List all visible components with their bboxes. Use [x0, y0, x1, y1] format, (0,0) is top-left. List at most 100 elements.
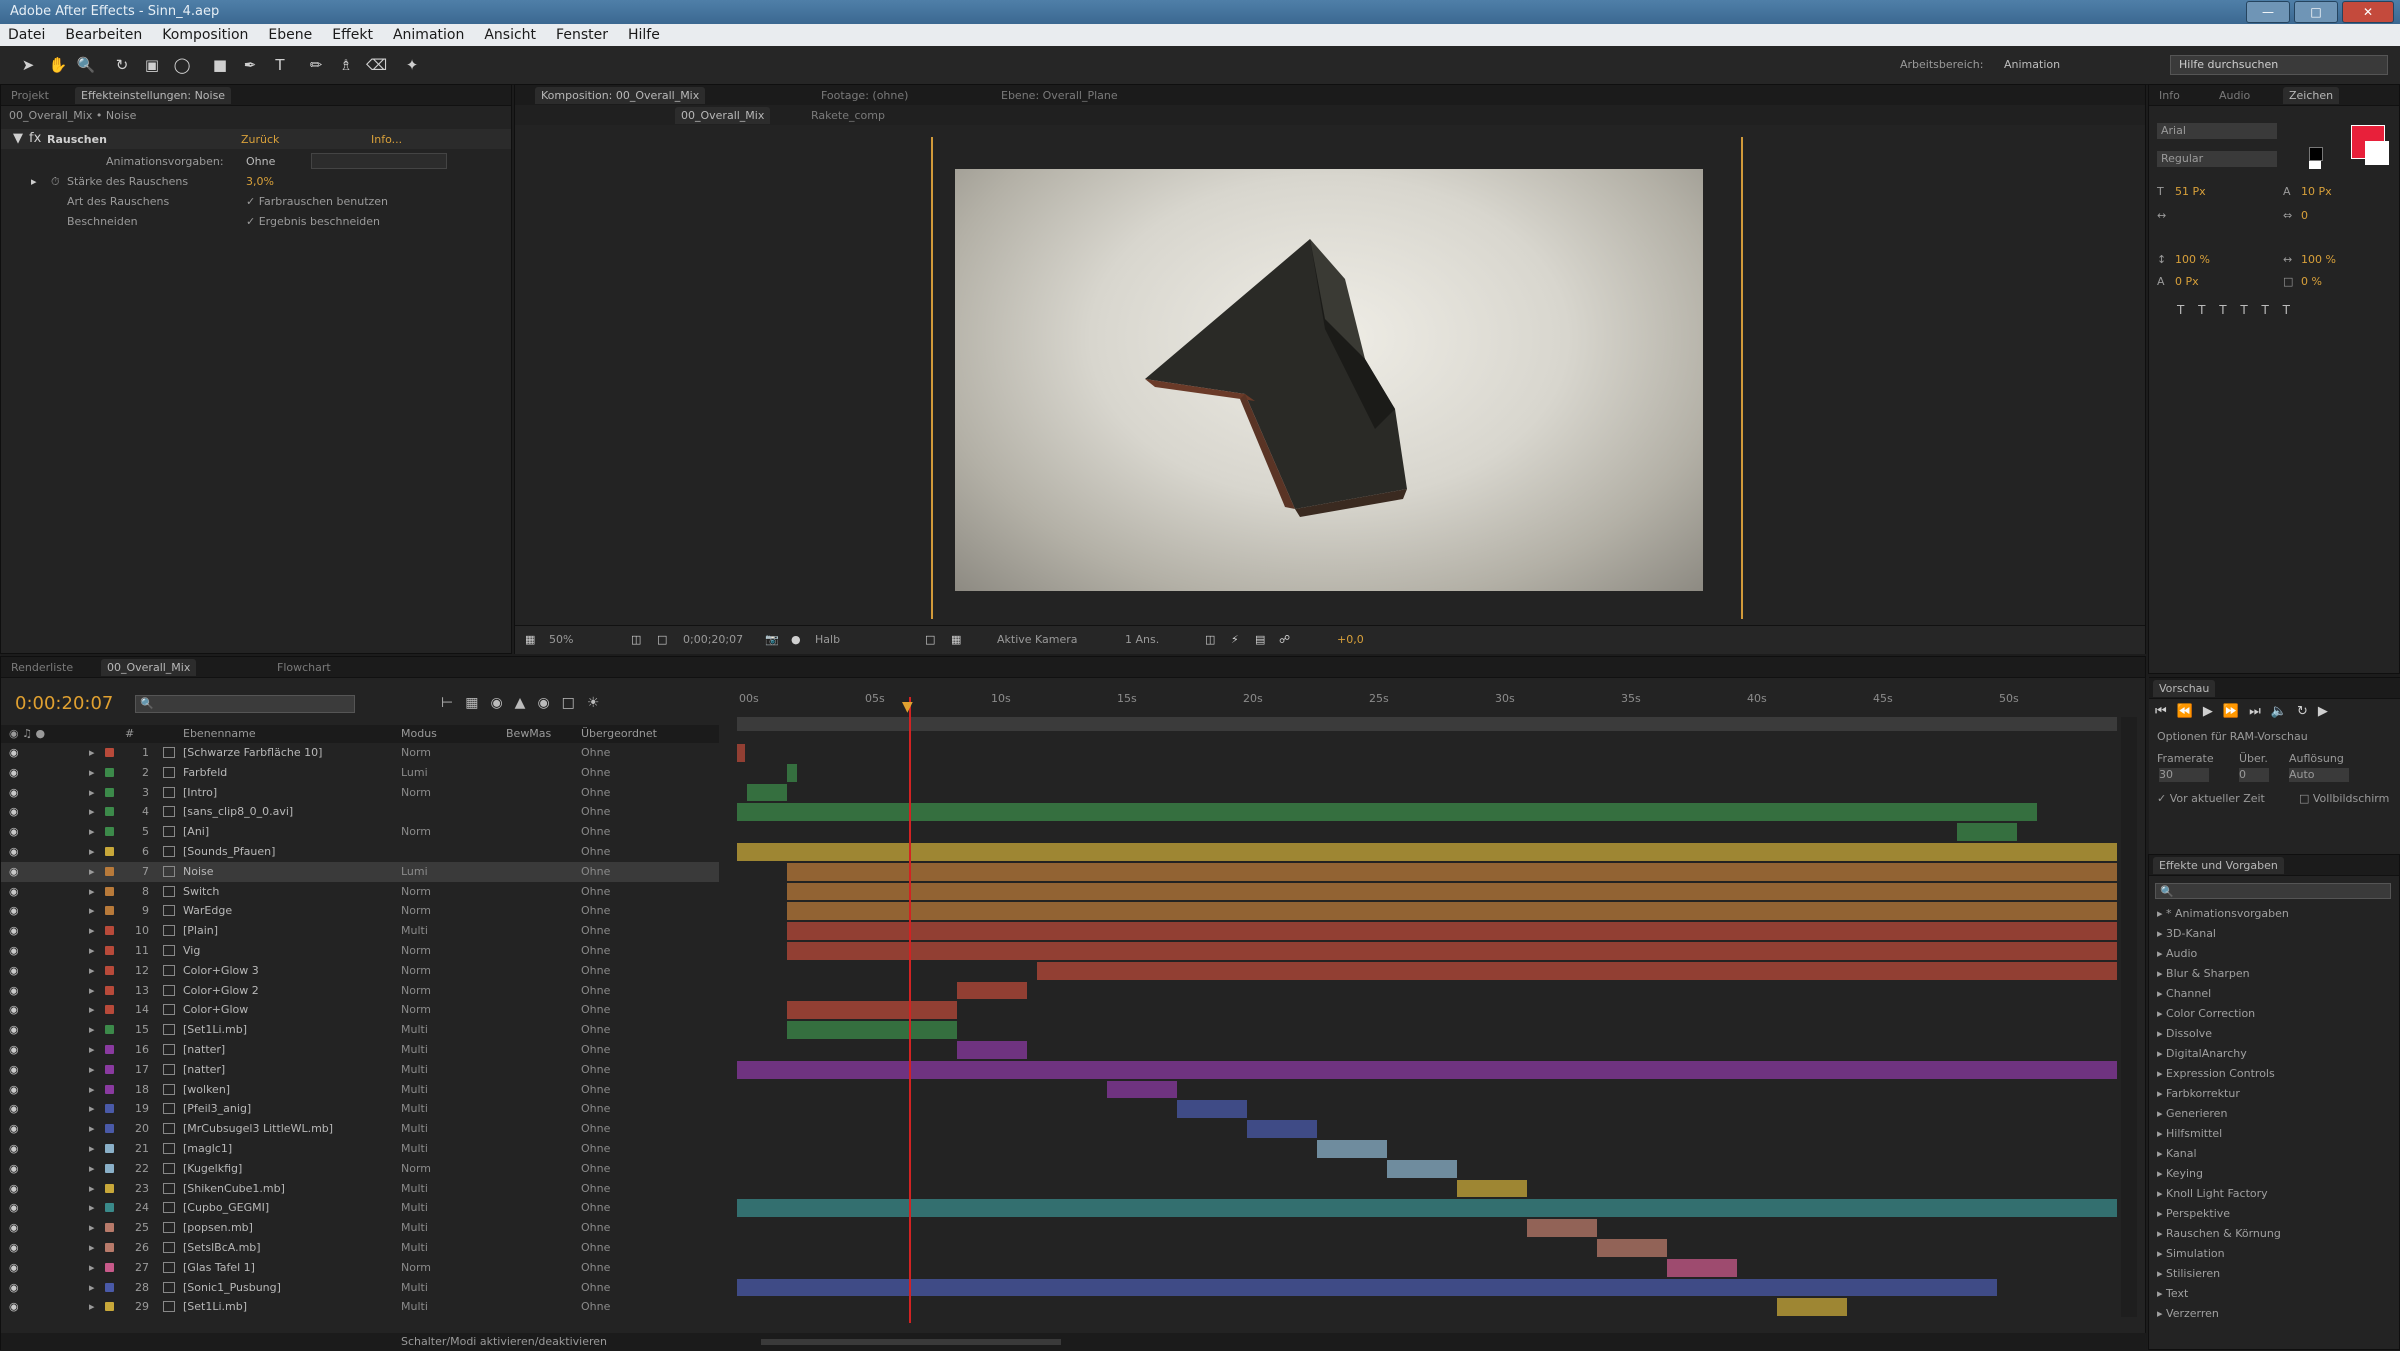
layer-mode[interactable]: Multi [401, 1063, 428, 1076]
layer-mode[interactable]: Norm [401, 746, 431, 759]
layer-name[interactable]: [popsen.mb] [183, 1221, 253, 1234]
layer-name[interactable]: [Glas Tafel 1] [183, 1261, 255, 1274]
label-color-swatch[interactable] [105, 767, 114, 777]
label-color-swatch[interactable] [105, 1045, 114, 1054]
color-noise-checkbox[interactable]: ✓ Farbrauschen benutzen [246, 195, 388, 208]
subtab-overall-mix[interactable]: 00_Overall_Mix [675, 107, 771, 124]
font-select[interactable]: Arial [2157, 123, 2277, 139]
layer-name[interactable]: [Ani] [183, 825, 209, 838]
audio-icon[interactable]: 🔈 [2271, 704, 2287, 722]
expand-arrow-icon[interactable]: ▸ [89, 1182, 95, 1195]
layer-mode[interactable]: Multi [401, 924, 428, 937]
layer-parent[interactable]: Ohne [581, 1241, 610, 1254]
effect-category[interactable]: ▸ Text [2157, 1287, 2393, 1303]
tab-render-queue[interactable]: Renderliste [5, 659, 79, 676]
expand-arrow-icon[interactable]: ▸ [89, 1241, 95, 1254]
tracking-value[interactable]: 0 [2301, 209, 2308, 222]
layer-mode[interactable]: Norm [401, 786, 431, 799]
horizontal-scale-value[interactable]: 100 % [2301, 253, 2336, 266]
subtab-rakete-comp[interactable]: Rakete_comp [805, 107, 891, 124]
layer-row[interactable]: ◉ ▸ 9 WarEdge Norm Ohne [1, 901, 719, 921]
label-color-swatch[interactable] [105, 1005, 114, 1015]
layer-parent[interactable]: Ohne [581, 1201, 610, 1214]
label-color-swatch[interactable] [105, 946, 114, 955]
layer-mode[interactable]: Multi [401, 1300, 428, 1313]
expand-arrow-icon[interactable]: ▸ [89, 924, 95, 937]
layer-name[interactable]: Noise [183, 865, 214, 878]
layer-duration-bar[interactable] [747, 783, 787, 802]
expand-arrow-icon[interactable]: ▸ [89, 825, 95, 838]
layer-row[interactable]: ◉ ▸ 14 Color+Glow Norm Ohne [1, 1000, 719, 1020]
menu-bearbeiten[interactable]: Bearbeiten [65, 24, 142, 46]
expand-arrow-icon[interactable]: ▸ [89, 786, 95, 799]
fx-icon[interactable]: fx [29, 131, 41, 146]
eye-icon[interactable]: ◉ [9, 805, 19, 818]
frame-blending-icon[interactable]: ▲ [515, 695, 526, 711]
layer-parent[interactable]: Ohne [581, 1043, 610, 1056]
eye-icon[interactable]: ◉ [9, 1023, 19, 1036]
layer-mode[interactable]: Multi [401, 1043, 428, 1056]
layer-duration-bar[interactable] [787, 1021, 957, 1039]
layer-duration-bar[interactable] [1387, 1159, 1457, 1178]
label-color-swatch[interactable] [105, 1302, 114, 1312]
layer-parent[interactable]: Ohne [581, 1182, 610, 1195]
layer-name[interactable]: Vig [183, 944, 200, 957]
eye-icon[interactable]: ◉ [9, 1261, 19, 1274]
layer-name[interactable]: [wolken] [183, 1083, 230, 1096]
layer-parent[interactable]: Ohne [581, 766, 610, 779]
column-parent[interactable]: Übergeordnet [581, 727, 657, 740]
tab-effect-controls[interactable]: Effekteinstellungen: Noise [75, 87, 232, 104]
layer-duration-bar[interactable] [787, 922, 2117, 940]
layer-name[interactable]: [Set1Li.mb] [183, 1300, 247, 1313]
effect-category[interactable]: ▸ * Animationsvorgaben [2157, 907, 2393, 923]
layer-mode[interactable]: Norm [401, 1162, 431, 1175]
prev-frame-icon[interactable]: ⏪ [2177, 704, 2193, 722]
layer-parent[interactable]: Ohne [581, 1281, 610, 1294]
clone-stamp-tool-icon[interactable]: ♗ [336, 55, 356, 75]
layer-row[interactable]: ◉ ▸ 15 [Set1Li.mb] Multi Ohne [1, 1020, 719, 1040]
brush-tool-icon[interactable]: ✏ [306, 55, 326, 75]
layer-duration-bar[interactable] [1247, 1120, 1317, 1138]
eye-icon[interactable]: ◉ [9, 984, 19, 997]
layer-row[interactable]: ◉ ▸ 21 [maglc1] Multi Ohne [1, 1139, 719, 1159]
layer-mode[interactable]: Norm [401, 904, 431, 917]
views-select[interactable]: 1 Ans. [1125, 633, 1159, 646]
layer-name[interactable]: [Schwarze Farbfläche 10] [183, 746, 322, 759]
eye-icon[interactable]: ◉ [9, 1241, 19, 1254]
pan-behind-tool-icon[interactable]: ◯ [172, 55, 192, 75]
layer-name[interactable]: Color+Glow 3 [183, 964, 259, 977]
layer-row[interactable]: ◉ ▸ 11 Vig Norm Ohne [1, 941, 719, 961]
label-color-swatch[interactable] [105, 1163, 114, 1173]
label-color-swatch[interactable] [105, 906, 114, 916]
layer-row[interactable]: ◉ ▸ 19 [Pfeil3_anig] Multi Ohne [1, 1099, 719, 1119]
label-color-swatch[interactable] [105, 1124, 114, 1134]
layer-duration-bar[interactable] [737, 744, 745, 762]
puppet-tool-icon[interactable]: ✦ [402, 55, 422, 75]
layer-mode[interactable]: Multi [401, 1083, 428, 1096]
effect-category[interactable]: ▸ Stilisieren [2157, 1267, 2393, 1283]
layer-row[interactable]: ◉ ▸ 29 [Set1Li.mb] Multi Ohne [1, 1297, 719, 1317]
eye-icon[interactable]: ◉ [9, 1003, 19, 1016]
expand-arrow-icon[interactable]: ▸ [89, 1162, 95, 1175]
layer-row[interactable]: ◉ ▸ 6 [Sounds_Pfauen] Ohne [1, 842, 719, 862]
layer-mode[interactable]: Norm [401, 964, 431, 977]
noise-amount-value[interactable]: 3,0% [246, 175, 274, 188]
layer-duration-bar[interactable] [1957, 823, 2017, 841]
close-button[interactable]: ✕ [2342, 1, 2394, 23]
label-color-swatch[interactable] [105, 1144, 114, 1153]
layer-mode[interactable]: Multi [401, 1142, 428, 1155]
vertical-scale-value[interactable]: 100 % [2175, 253, 2210, 266]
layer-duration-bar[interactable] [737, 1199, 2117, 1218]
expand-arrow-icon[interactable]: ▸ [89, 1281, 95, 1294]
layer-duration-bar[interactable] [1037, 961, 2117, 980]
selection-tool-icon[interactable]: ➤ [18, 55, 38, 75]
effect-category[interactable]: ▸ Audio [2157, 947, 2393, 963]
tab-character[interactable]: Zeichen [2283, 87, 2340, 104]
eye-icon[interactable]: ◉ [9, 924, 19, 937]
label-color-swatch[interactable] [105, 1262, 114, 1272]
effect-prop-value[interactable]: Ohne [246, 155, 275, 168]
comp-viewer-canvas[interactable] [955, 169, 1703, 591]
layer-duration-bar[interactable] [737, 803, 2037, 822]
layer-row[interactable]: ◉ ▸ 1 [Schwarze Farbfläche 10] Norm Ohne [1, 743, 719, 763]
expand-arrow-icon[interactable]: ▸ [89, 964, 95, 977]
